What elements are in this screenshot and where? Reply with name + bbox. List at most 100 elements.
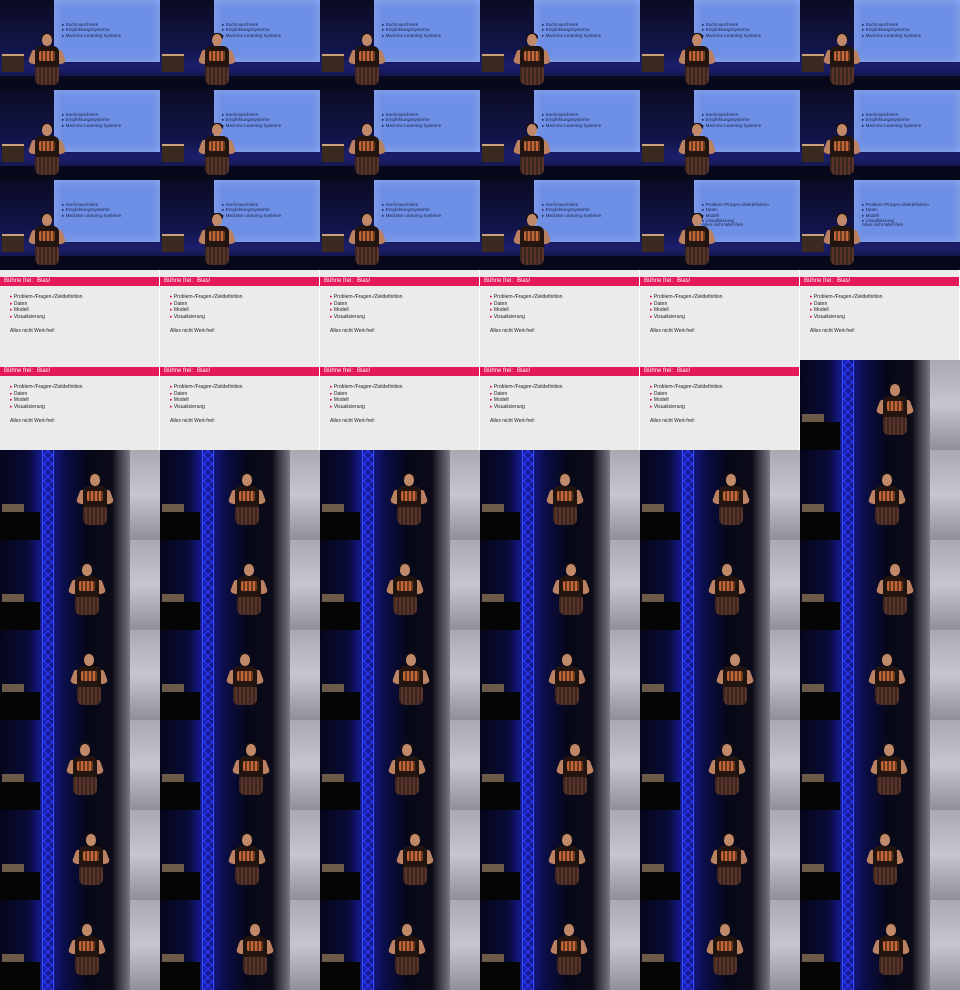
slide-title-bar: Bühne frei: Bias! (160, 367, 319, 376)
equipment-table (322, 144, 344, 162)
lighting-truss (362, 810, 374, 900)
slide-bullet: Problem-/Fragen-/Zieldefinition (170, 384, 243, 391)
slide-note: Alles nicht Wert-frei! (10, 328, 55, 334)
slide-bullet: Problem-/Fragen-/Zieldefinition (490, 294, 563, 301)
stage-floor (800, 166, 960, 180)
stage-thumbnail: SuchmaschinenEmpfehlungssystemeMachine L… (0, 180, 160, 270)
concert-thumbnail (640, 450, 800, 540)
lectern (640, 692, 680, 720)
equipment-table (642, 54, 664, 72)
slide-note: Alles nicht Wert-frei! (650, 328, 695, 334)
speaker-figure (547, 653, 587, 716)
projection-screen: SuchmaschinenEmpfehlungssystemeMachine L… (54, 180, 160, 242)
slide-bullet: Modell (490, 397, 563, 404)
projection-screen: SuchmaschinenEmpfehlungssystemeMachine L… (374, 180, 480, 242)
speaker-figure (197, 33, 237, 90)
lighting-truss (842, 720, 854, 810)
equipment-table (162, 54, 184, 72)
slide-thumbnail: Bühne frei:Bias! Problem-/Fragen-/Zieldef… (320, 360, 480, 450)
screen-bullets: SuchmaschinenEmpfehlungssystemeMachine L… (62, 202, 122, 218)
slide-title: Bühne frei: (4, 278, 34, 284)
backdrop-panel (930, 630, 960, 720)
stage-floor (480, 166, 640, 180)
screen-bullet: Machine Learning Systeme (62, 123, 122, 128)
lighting-truss (842, 900, 854, 990)
slide-bullet: Visualisierung (330, 314, 403, 321)
speaker-figure (822, 123, 862, 180)
lectern (160, 782, 200, 810)
lectern (160, 602, 200, 630)
projection-screen: Problem-/Fragen-/ZieldefinitionDatenMode… (854, 180, 960, 242)
lighting-truss (682, 540, 694, 630)
slide-bullet: Daten (170, 301, 243, 308)
concert-thumbnail (640, 810, 800, 900)
backdrop-panel (130, 450, 160, 540)
slide-title-topic: Bias! (357, 368, 371, 374)
slide-bullet: Modell (810, 307, 883, 314)
backdrop-panel (930, 810, 960, 900)
backdrop-panel (130, 810, 160, 900)
slide-title: Bühne frei: (324, 278, 354, 284)
slide-title: Bühne frei: (484, 278, 514, 284)
slide-title: Bühne frei: (644, 278, 674, 284)
slide-title: Bühne frei: (324, 368, 354, 374)
stage-floor (0, 256, 160, 270)
slide-bullet: Modell (650, 307, 723, 314)
slide-title-topic: Bias! (37, 278, 51, 284)
speaker-figure (75, 473, 115, 536)
concert-thumbnail (0, 540, 160, 630)
slide-note: Alles nicht Wert-frei! (810, 328, 855, 334)
slide-title: Bühne frei: (484, 368, 514, 374)
lighting-truss (682, 720, 694, 810)
backdrop-panel (290, 540, 320, 630)
lectern (640, 782, 680, 810)
concert-thumbnail (800, 360, 960, 450)
speaker-figure (387, 743, 427, 806)
slide-bullet: Daten (490, 301, 563, 308)
equipment-table (802, 234, 824, 252)
slide-bullets: Problem-/Fragen-/ZieldefinitionDatenMode… (490, 294, 563, 320)
speaker-figure (27, 123, 67, 180)
backdrop-panel (450, 450, 480, 540)
concert-thumbnail (160, 540, 320, 630)
slide-title-topic: Bias! (197, 278, 211, 284)
stage-floor (480, 76, 640, 90)
slide-note: Alles nicht Wert-frei! (170, 418, 215, 424)
concert-thumbnail (480, 900, 640, 990)
lighting-truss (522, 630, 534, 720)
concert-thumbnail (320, 900, 480, 990)
lectern (800, 962, 840, 990)
slide-title-topic: Bias! (357, 278, 371, 284)
speaker-figure (71, 833, 111, 896)
speaker-figure (705, 923, 745, 986)
backdrop-panel (930, 540, 960, 630)
slide-thumbnail: Bühne frei:Bias! Problem-/Fragen-/Zieldef… (160, 360, 320, 450)
speaker-figure (387, 923, 427, 986)
slide-title-bar: Bühne frei: Bias! (0, 367, 159, 376)
concert-thumbnail (800, 630, 960, 720)
lighting-truss (522, 810, 534, 900)
lectern (800, 422, 840, 450)
backdrop-panel (450, 630, 480, 720)
concert-thumbnail (480, 810, 640, 900)
screen-bullets: SuchmaschinenEmpfehlungssystemeMachine L… (542, 202, 602, 218)
concert-thumbnail (800, 540, 960, 630)
backdrop-panel (130, 630, 160, 720)
slide-bullet: Problem-/Fragen-/Zieldefinition (650, 294, 723, 301)
lectern (800, 602, 840, 630)
concert-thumbnail (320, 450, 480, 540)
slide-thumbnail: Bühne frei:Bias! Problem-/Fragen-/Zieldef… (0, 360, 160, 450)
screen-note: Alles nicht Wert-frei! (862, 222, 904, 227)
screen-bullets: SuchmaschinenEmpfehlungssystemeMachine L… (62, 112, 122, 128)
backdrop-panel (450, 900, 480, 990)
concert-thumbnail (320, 720, 480, 810)
speaker-figure (867, 653, 907, 716)
speaker-figure (867, 473, 907, 536)
equipment-table (162, 144, 184, 162)
lectern (320, 962, 360, 990)
slide-bullet: Problem-/Fragen-/Zieldefinition (650, 384, 723, 391)
slide-bullets: Problem-/Fragen-/ZieldefinitionDatenMode… (10, 294, 83, 320)
screen-bullet: Machine Learning Systeme (62, 33, 122, 38)
stage-floor (800, 256, 960, 270)
screen-bullet: Machine Learning Systeme (382, 213, 442, 218)
